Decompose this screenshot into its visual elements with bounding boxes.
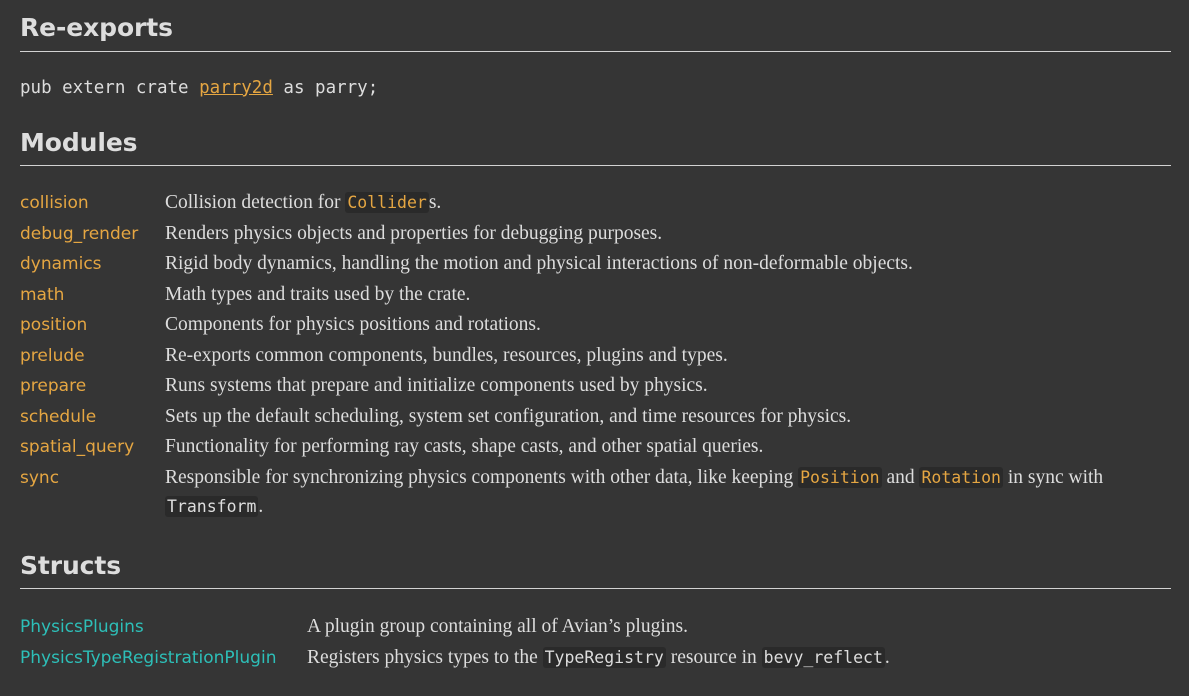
item-description: Runs systems that prepare and initialize…	[165, 375, 708, 396]
inline-code-link[interactable]: Position	[798, 466, 882, 488]
module-link[interactable]: position	[20, 311, 165, 341]
item-description: Renders physics objects and properties f…	[165, 222, 663, 244]
module-link[interactable]: sync	[20, 464, 165, 494]
module-link[interactable]: dynamics	[20, 250, 165, 280]
section-heading-modules: Modules	[20, 127, 138, 157]
reexport-statement: pub extern crate parry2d as parry;	[0, 78, 1189, 99]
module-link[interactable]: schedule	[20, 403, 165, 433]
module-row: sync Responsible for synchronizing physic…	[20, 463, 1189, 522]
top-spacer	[0, 0, 1189, 14]
module-link[interactable]: debug_render	[20, 220, 165, 250]
module-link[interactable]: prepare	[20, 372, 165, 402]
spacer-after-modules-rule	[0, 166, 1189, 188]
section-heading-reexports: Re-exports	[20, 13, 173, 42]
module-link[interactable]: prelude	[20, 342, 165, 372]
module-link[interactable]: collision	[20, 189, 165, 219]
section-heading-structs: Structs	[20, 550, 122, 580]
modules-item-table: collision Collision detection for Collide…	[0, 188, 1189, 522]
struct-row: PhysicsTypeRegistrationPlugin Registers p…	[20, 643, 1189, 674]
inline-code-link[interactable]: Rotation	[919, 466, 1003, 488]
module-link[interactable]: spatial_query	[20, 433, 165, 463]
item-description: Responsible for synchronizing physics co…	[165, 466, 1104, 517]
module-row: schedule Sets up the default scheduling, …	[20, 402, 1189, 433]
item-description: Rigid body dynamics, handling the motion…	[165, 253, 913, 274]
spacer-before-structs	[0, 522, 1189, 552]
module-row: collision Collision detection for Collide…	[20, 188, 1189, 219]
inline-code: Transform	[165, 496, 259, 517]
item-description: Registers physics types to the TypeRegis…	[307, 646, 890, 668]
item-description: Collision detection for Collider s.	[165, 192, 442, 213]
module-row: math Math types and traits used by the cr…	[20, 280, 1189, 311]
inline-code: TypeRegistry	[542, 646, 666, 668]
item-description: Components for physics positions and rot…	[165, 314, 541, 335]
item-description: A plugin group containing all of Avian’s…	[307, 616, 688, 637]
inline-code: bevy_reflect	[761, 646, 885, 668]
item-description: Sets up the default scheduling, system s…	[165, 405, 852, 427]
module-row: dynamics Rigid body dynamics, handling th…	[20, 249, 1189, 280]
module-link[interactable]: math	[20, 281, 165, 311]
rustdoc-page: Re-exports pub extern crate parry2d as p…	[0, 0, 1189, 696]
structs-item-table: PhysicsPlugins A plugin group containing …	[0, 612, 1189, 673]
module-row: prelude Re-exports common components, bun…	[20, 341, 1189, 372]
item-description: Functionality for performing ray casts, …	[165, 436, 764, 457]
module-row: spatial_query Functionality for performin…	[20, 432, 1189, 463]
struct-row: PhysicsPlugins A plugin group containing …	[20, 612, 1189, 643]
struct-link[interactable]: PhysicsTypeRegistrationPlugin	[20, 644, 307, 674]
module-row: prepare Runs systems that prepare and ini…	[20, 371, 1189, 402]
spacer-before-modules	[0, 99, 1189, 129]
reexport-crate-link[interactable]: parry2d	[199, 78, 273, 98]
spacer-after-reexports-rule	[0, 52, 1189, 78]
reexport-prefix: pub extern crate	[20, 77, 200, 98]
struct-link[interactable]: PhysicsPlugins	[20, 613, 307, 643]
module-row: position Components for physics positions…	[20, 310, 1189, 341]
reexport-suffix: as parry;	[272, 77, 379, 98]
module-row: debug_render Renders physics objects and …	[20, 219, 1189, 250]
item-description: Math types and traits used by the crate.	[165, 283, 471, 305]
spacer-after-structs-rule	[0, 589, 1189, 612]
inline-code-link[interactable]: Collider	[345, 192, 429, 213]
item-description: Re-exports common components, bundles, r…	[165, 344, 728, 366]
